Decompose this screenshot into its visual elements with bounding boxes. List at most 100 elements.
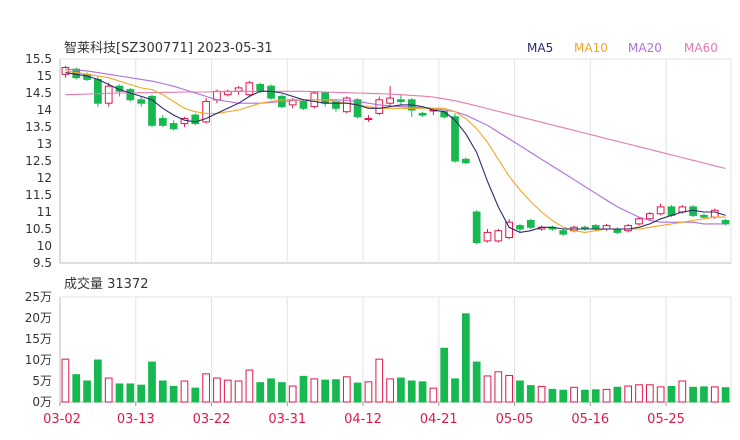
volume-bar xyxy=(602,388,611,403)
volume-bars xyxy=(61,313,730,403)
volume-bar xyxy=(321,379,330,403)
volume-bar xyxy=(191,387,200,403)
candle-body xyxy=(700,214,708,218)
x-tick-label: 05-16 xyxy=(571,412,609,427)
candle-body xyxy=(94,78,102,104)
volume-tick-label: 15万 xyxy=(25,332,52,346)
price-grid xyxy=(59,58,732,264)
candle-body xyxy=(494,230,503,242)
volume-bar xyxy=(613,386,622,403)
volume-bar xyxy=(310,378,319,403)
price-tick-label: 9.5 xyxy=(33,256,52,270)
price-chart-title: 智莱科技[SZ300771] 2023-05-31 xyxy=(64,41,273,56)
volume-bar xyxy=(375,358,384,403)
candle-body xyxy=(332,101,340,109)
volume-bar xyxy=(115,383,124,403)
volume-bar xyxy=(689,386,697,403)
volume-bar xyxy=(332,379,340,403)
candle-body xyxy=(710,209,719,218)
ma10-line xyxy=(65,70,726,233)
volume-bar xyxy=(223,379,232,403)
volume-bar xyxy=(472,361,481,403)
candle-body xyxy=(386,97,394,104)
volume-bar xyxy=(624,385,633,403)
volume-bar xyxy=(288,385,297,403)
x-tick-label: 05-25 xyxy=(647,412,685,427)
candle-body xyxy=(461,158,470,164)
volume-bar xyxy=(213,377,221,403)
price-tick-label: 15.5 xyxy=(25,52,52,66)
volume-bar xyxy=(61,358,70,403)
volume-bar xyxy=(364,381,373,403)
volume-bar xyxy=(483,375,492,403)
price-tick-label: 12 xyxy=(37,171,52,185)
volume-bar xyxy=(505,375,513,403)
candle-body xyxy=(483,231,492,242)
candle-body xyxy=(526,220,535,228)
ma60-line xyxy=(65,90,726,170)
x-tick-label: 04-12 xyxy=(344,412,382,427)
volume-bar xyxy=(407,380,416,403)
volume-tick-label: 25万 xyxy=(25,290,52,304)
candle-body xyxy=(256,84,265,92)
volume-bar xyxy=(678,380,687,403)
price-tick-label: 14.5 xyxy=(25,86,52,100)
legend-ma10: MA10 xyxy=(574,41,608,55)
volume-bar xyxy=(386,378,394,403)
legend-ma20: MA20 xyxy=(628,41,662,55)
x-tick-label: 03-31 xyxy=(268,412,306,427)
volume-bar xyxy=(516,380,524,403)
volume-bar xyxy=(278,382,286,403)
volume-bar xyxy=(72,374,81,403)
candle-body xyxy=(397,99,405,103)
price-tick-label: 11.5 xyxy=(25,188,52,202)
candle-body xyxy=(635,218,643,225)
price-tick-label: 11 xyxy=(37,205,52,219)
candle-body xyxy=(158,118,167,126)
candle-body xyxy=(148,95,156,126)
price-tick-label: 10.5 xyxy=(25,222,52,236)
volume-bar xyxy=(299,375,308,403)
candle-body xyxy=(645,213,654,220)
candle-body xyxy=(364,118,373,120)
volume-bar xyxy=(342,376,351,403)
candle-body xyxy=(559,230,568,235)
price-tick-label: 12.5 xyxy=(25,154,52,168)
legend-ma60: MA60 xyxy=(684,41,718,55)
volume-bar xyxy=(494,371,503,403)
candle-body xyxy=(375,99,384,114)
candle-body xyxy=(245,82,254,96)
volume-tick-label: 0万 xyxy=(32,395,52,409)
x-tick-label: 05-05 xyxy=(496,412,534,427)
volume-bar xyxy=(104,377,113,403)
price-tick-label: 13.5 xyxy=(25,120,52,134)
x-tick-label: 03-13 xyxy=(117,412,155,427)
volume-chart-title: 成交量 31372 xyxy=(64,276,149,292)
candle-body xyxy=(440,111,449,118)
date-axis: 03-02 03-13 03-22 03-31 04-12 04-21 05-05 05-16… xyxy=(43,402,685,427)
volume-bar xyxy=(180,380,189,403)
volume-tick-label: 10万 xyxy=(25,353,52,367)
candle-body xyxy=(656,206,665,215)
price-tick-label: 14 xyxy=(37,103,52,117)
volume-bar xyxy=(234,380,243,403)
volume-bar xyxy=(397,377,405,403)
candle-body xyxy=(418,112,427,116)
price-y-axis: 15.5 15 14.5 14 13.5 13 12.5 12 11.5 11 10.5 10 9.5 xyxy=(25,52,52,270)
candle-body xyxy=(505,221,513,238)
legend-ma5: MA5 xyxy=(527,41,553,55)
ma5-line xyxy=(65,72,726,233)
volume-bar xyxy=(256,382,265,403)
volume-bar xyxy=(537,385,546,403)
volume-bar xyxy=(635,384,643,403)
volume-bar xyxy=(202,373,210,403)
volume-y-axis: 25万 20万 15万 10万 5万 0万 xyxy=(25,290,52,409)
volume-bar xyxy=(94,359,102,403)
volume-bar xyxy=(526,385,535,403)
volume-bar xyxy=(667,385,676,403)
volume-bar xyxy=(700,386,708,403)
volume-tick-label: 20万 xyxy=(25,311,52,325)
stock-chart: 智莱科技[SZ300771] 2023-05-31 成交量 31372 MA5 … xyxy=(25,41,732,427)
volume-bar xyxy=(581,389,589,403)
volume-tick-label: 5万 xyxy=(32,374,52,388)
